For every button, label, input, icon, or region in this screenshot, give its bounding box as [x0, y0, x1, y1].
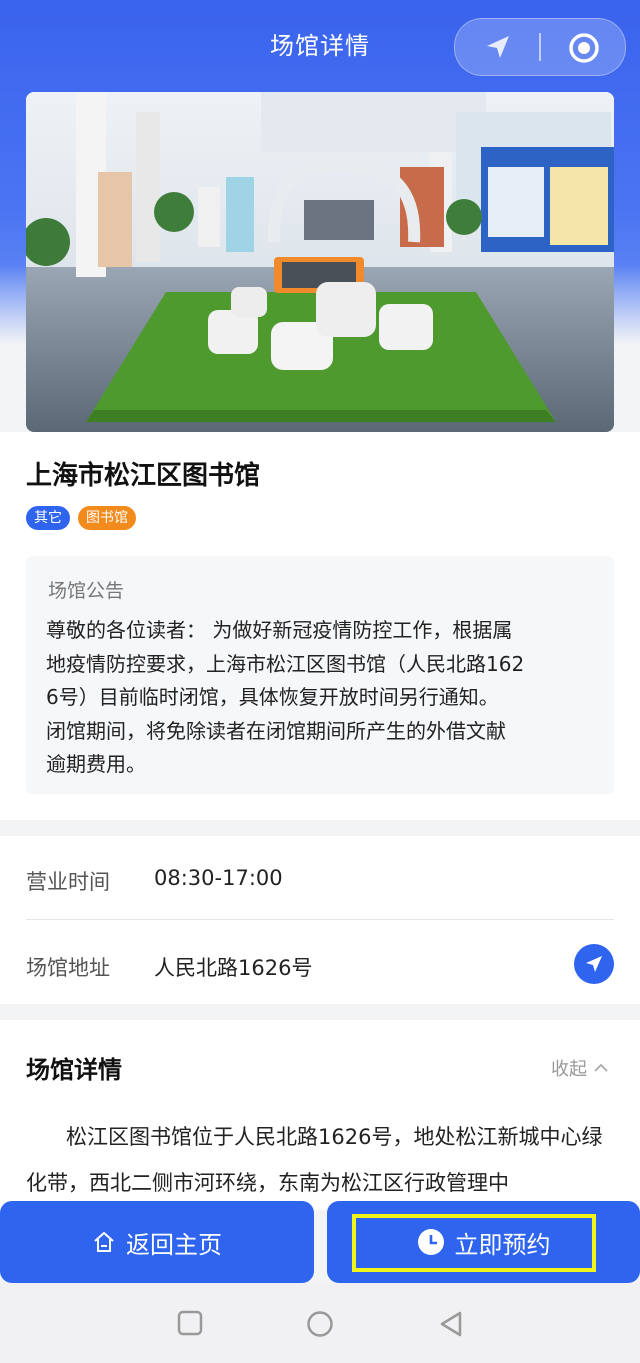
- venue-photo: [26, 92, 614, 432]
- collapse-label: 收起: [551, 1059, 587, 1080]
- notice-line: 6号）目前临时闭馆，具体恢复开放时间另行通知。: [46, 685, 499, 709]
- tag-other: 其它: [26, 506, 70, 530]
- location-arrow-icon[interactable]: [483, 33, 513, 61]
- address-value: 人民北路1626号: [154, 956, 313, 980]
- notice-line: 闭馆期间，将免除读者在闭馆期间所产生的外借文献: [46, 718, 506, 743]
- notice-line: 尊敬的各位读者： 为做好新冠疫情防控工作，根据属: [46, 618, 513, 642]
- home-icon: [94, 1231, 114, 1252]
- navigation-arrow-icon: [586, 956, 602, 972]
- back-home-button[interactable]: 返回主页: [0, 1201, 314, 1283]
- back-home-label: 返回主页: [126, 1230, 222, 1259]
- venue-name: 上海市松江区图书馆: [26, 461, 261, 491]
- hours-value: 08:30-17:00: [154, 866, 283, 890]
- book-now-label: 立即预约: [454, 1230, 551, 1259]
- details-text: 松江区图书馆位于人民北路1626号，地处松江新城中心绿化带，西北二侧市河环绕，东…: [26, 1125, 603, 1195]
- chevron-up-icon: [594, 1063, 608, 1072]
- info-divider: [26, 919, 614, 920]
- notice-line: 逾期费用。: [46, 752, 146, 776]
- hours-label: 营业时间: [26, 870, 110, 894]
- capsule-divider: [539, 33, 541, 61]
- address-label: 场馆地址: [26, 956, 110, 980]
- target-icon[interactable]: [567, 31, 601, 65]
- notice-text: 尊敬的各位读者： 为做好新冠疫情防控工作，根据属 地疫情防控要求，上海市松江区图…: [46, 614, 602, 782]
- book-now-button[interactable]: 立即预约: [327, 1201, 640, 1283]
- navigate-button[interactable]: [574, 944, 614, 984]
- library-interior-photo: [26, 92, 614, 432]
- home-circle-icon[interactable]: [306, 1310, 334, 1338]
- notice-line: 地疫情防控要求，上海市松江区图书馆（人民北路162: [46, 651, 525, 676]
- collapse-toggle[interactable]: 收起: [551, 1055, 609, 1081]
- clock-icon: [417, 1229, 444, 1255]
- notice-title: 场馆公告: [48, 580, 125, 602]
- mini-program-capsule: [454, 18, 626, 76]
- venue-tags: 其它 图书馆: [26, 506, 136, 530]
- system-navigation-bar: [0, 1283, 640, 1363]
- back-triangle-icon[interactable]: [438, 1310, 464, 1338]
- notice-box: 场馆公告 尊敬的各位读者： 为做好新冠疫情防控工作，根据属 地疫情防控要求，上海…: [26, 556, 614, 794]
- tag-library: 图书馆: [78, 506, 136, 530]
- recent-apps-icon[interactable]: [177, 1310, 203, 1336]
- details-title: 场馆详情: [26, 1056, 122, 1084]
